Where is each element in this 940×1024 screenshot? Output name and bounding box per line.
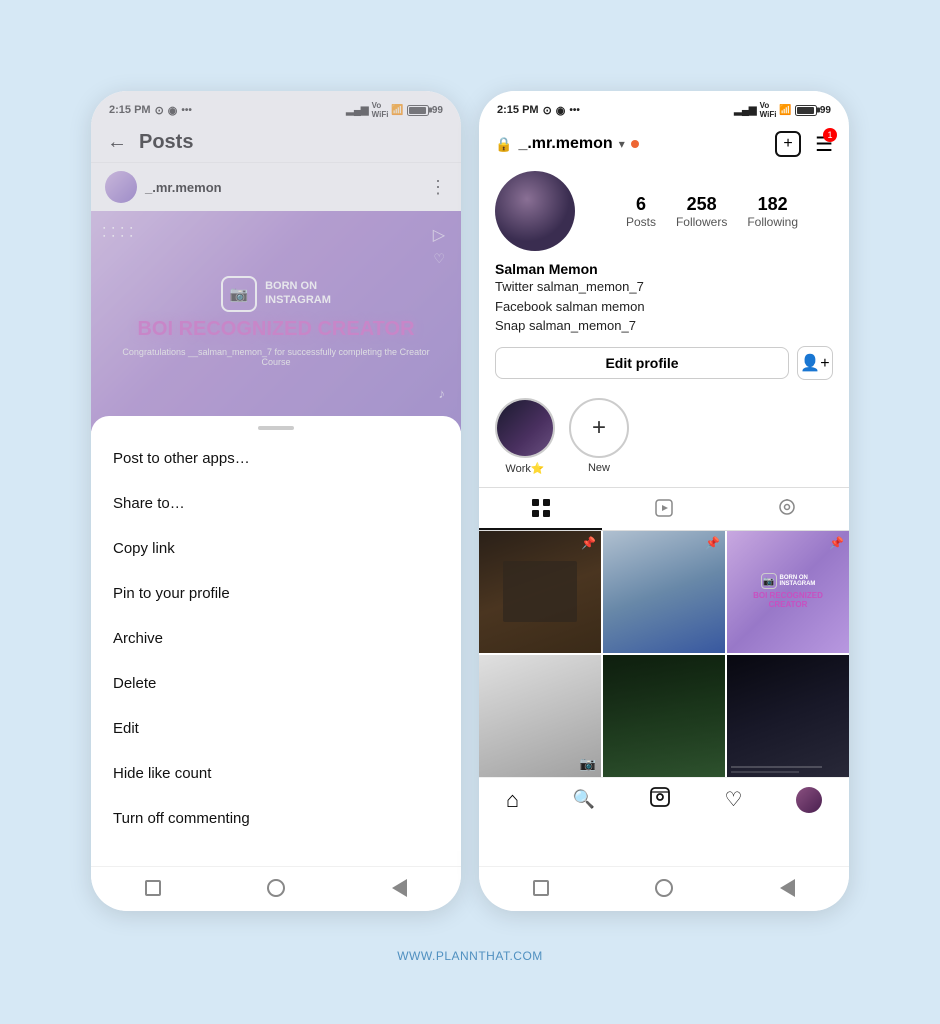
profile-stats-row: 6 Posts 258 Followers 182 Following — [479, 163, 849, 259]
followers-count: 258 — [676, 194, 727, 215]
sheet-item-delete[interactable]: Delete — [91, 661, 461, 706]
profile-bio: Salman Memon Twitter salman_memon_7 Face… — [479, 259, 849, 346]
highlight-work[interactable]: Work⭐ — [495, 398, 555, 475]
profile-nav-button[interactable] — [796, 787, 822, 813]
pin-icon-3: 📌 — [829, 536, 844, 550]
bio-name: Salman Memon — [495, 261, 833, 277]
add-post-button[interactable]: + — [775, 131, 801, 157]
bio-line-1: Twitter salman_memon_7 — [495, 277, 833, 297]
grid-item-6[interactable] — [727, 655, 849, 777]
activity-nav-button[interactable]: ♡ — [725, 787, 743, 812]
right-android-back-btn[interactable] — [776, 877, 798, 899]
sheet-handle — [258, 426, 294, 430]
add-highlight-button[interactable]: + — [569, 398, 629, 458]
pin-icon-1: 📌 — [581, 536, 596, 550]
highlight-new-label: New — [569, 462, 629, 474]
sheet-item-hide-like[interactable]: Hide like count — [91, 751, 461, 796]
sheet-item-pin[interactable]: Pin to your profile — [91, 571, 461, 616]
following-label: Following — [747, 215, 798, 229]
add-friend-button[interactable]: 👤+ — [797, 346, 833, 380]
edit-profile-button[interactable]: Edit profile — [495, 347, 789, 379]
notification-badge: 1 — [823, 128, 837, 142]
highlight-new[interactable]: + New — [569, 398, 629, 474]
tabs-row — [479, 487, 849, 531]
posts-count: 6 — [626, 194, 656, 215]
right-wifi-icon: 📶 — [779, 105, 791, 116]
right-gps-icon: ◉ — [556, 104, 566, 117]
sheet-item-edit[interactable]: Edit — [91, 706, 461, 751]
right-status-bar: 2:15 PM ⊙ ◉ ••• ▂▄▆ VoWiFi 📶 99 — [479, 91, 849, 123]
footer-url: WWW.PLANNTHAT.COM — [397, 949, 543, 963]
right-signal-icon: ▂▄▆ — [734, 105, 756, 116]
profile-actions: Edit profile 👤+ — [479, 346, 849, 392]
sheet-item-archive[interactable]: Archive — [91, 616, 461, 661]
followers-label: Followers — [676, 215, 727, 229]
right-phone: 2:15 PM ⊙ ◉ ••• ▂▄▆ VoWiFi 📶 99 🔒 _.mr.m… — [479, 91, 849, 911]
sheet-item-turn-off-commenting[interactable]: Turn off commenting — [91, 796, 461, 841]
followers-stat[interactable]: 258 Followers — [676, 194, 727, 229]
grid-item-2[interactable]: 📌 — [603, 531, 725, 653]
right-camera-icon: ⊙ — [543, 104, 552, 117]
right-phone-nav — [479, 866, 849, 911]
right-battery-icon — [795, 105, 817, 116]
grid-item-5[interactable] — [603, 655, 725, 777]
highlight-work-label: Work⭐ — [495, 462, 555, 475]
camera-icon-4: 📷 — [580, 756, 596, 772]
menu-button[interactable]: ☰ 1 — [815, 132, 833, 157]
home-nav-button[interactable]: ⌂ — [506, 787, 519, 813]
android-back-btn[interactable] — [388, 877, 410, 899]
online-status-dot — [631, 140, 639, 148]
chevron-down-icon[interactable]: ▾ — [619, 137, 625, 151]
left-phone: 2:15 PM ⊙ ◉ ••• ▂▄▆ VoWiFi 📶 99 ← Posts — [91, 91, 461, 911]
reels-nav-button[interactable] — [649, 786, 671, 814]
grid-item-1[interactable]: 📌 — [479, 531, 601, 653]
right-time: 2:15 PM — [497, 104, 539, 116]
right-android-square-btn[interactable] — [530, 877, 552, 899]
posts-label: Posts — [626, 215, 656, 229]
following-stat[interactable]: 182 Following — [747, 194, 798, 229]
bio-line-3: Snap salman_memon_7 — [495, 316, 833, 336]
profile-username: _.mr.memon — [518, 135, 612, 153]
sheet-item-copy-link[interactable]: Copy link — [91, 526, 461, 571]
search-nav-button[interactable]: 🔍 — [573, 789, 595, 810]
right-android-home-btn[interactable] — [653, 877, 675, 899]
tab-tagged[interactable] — [726, 488, 849, 530]
sheet-item-post-to-other[interactable]: Post to other apps… — [91, 436, 461, 481]
highlights-row: Work⭐ + New — [479, 392, 849, 487]
footer: WWW.PLANNTHAT.COM — [397, 931, 543, 973]
right-bottom-nav: ⌂ 🔍 ♡ — [479, 777, 849, 824]
pin-icon-2: 📌 — [705, 536, 720, 550]
profile-header: 🔒 _.mr.memon ▾ + ☰ 1 — [479, 123, 849, 163]
android-square-btn[interactable] — [142, 877, 164, 899]
profile-avatar — [495, 171, 575, 251]
right-more-icon: ••• — [569, 105, 580, 116]
tab-grid[interactable] — [479, 488, 602, 530]
right-vowifi-icon: VoWiFi — [760, 101, 777, 119]
sheet-item-share-to[interactable]: Share to… — [91, 481, 461, 526]
grid-item-3[interactable]: 📷 BORN ONINSTAGRAM BOI RECOGNIZEDCREATOR… — [727, 531, 849, 653]
lock-icon: 🔒 — [495, 136, 512, 153]
bio-line-2: Facebook salman memon — [495, 297, 833, 317]
following-count: 182 — [747, 194, 798, 215]
left-phone-nav — [91, 866, 461, 911]
bottom-sheet: Post to other apps… Share to… Copy link … — [91, 416, 461, 851]
right-battery-label: 99 — [820, 105, 831, 116]
android-home-btn[interactable] — [265, 877, 287, 899]
posts-grid: 📌 📌 📷 BORN ONINSTAGRAM BOI RECOGNIZEDCRE… — [479, 531, 849, 777]
grid-item-4[interactable]: 📷 — [479, 655, 601, 777]
posts-stat: 6 Posts — [626, 194, 656, 229]
tab-reels[interactable] — [602, 488, 725, 530]
